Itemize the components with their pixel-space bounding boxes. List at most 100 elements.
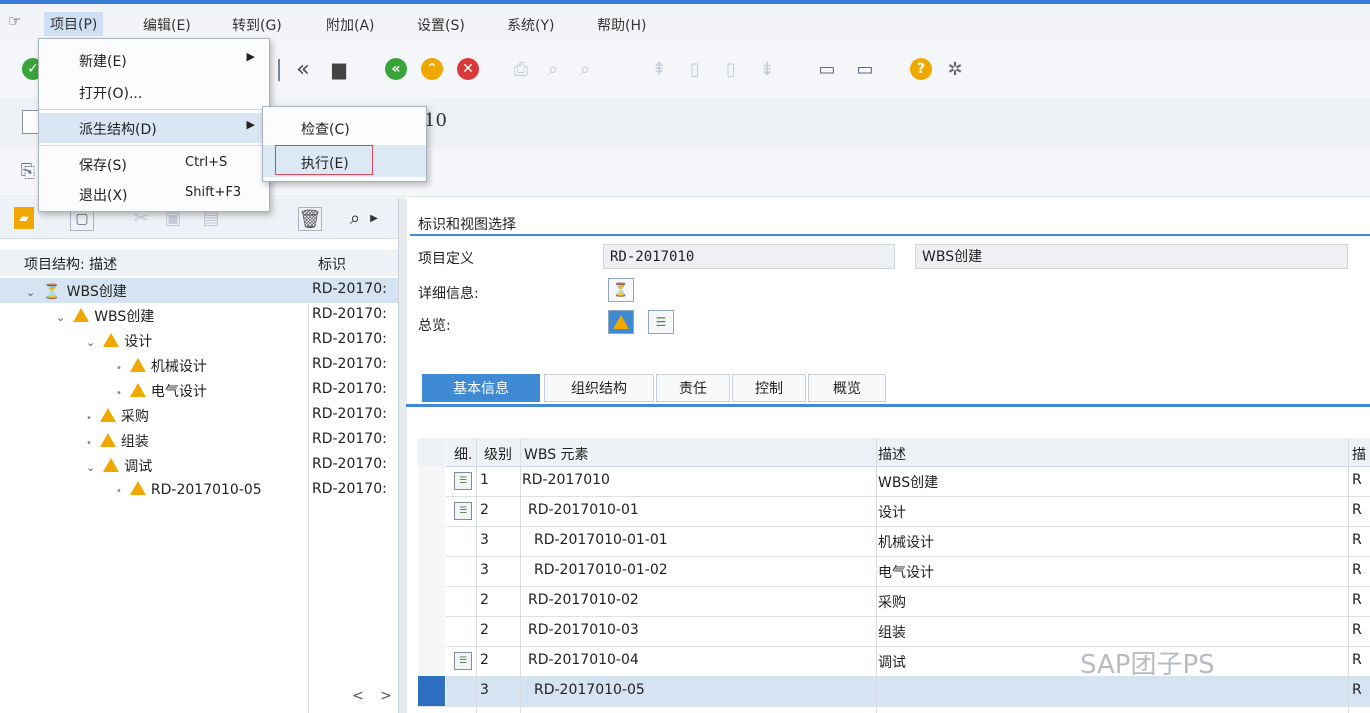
tree-node-wbs-root[interactable]: ⌄ ⏳ WBS创建 RD-20170:: [0, 278, 398, 303]
tree-node-wbs[interactable]: ⌄ WBS创建 RD-20170:: [0, 303, 398, 328]
last-page-icon[interactable]: ⇟: [754, 56, 780, 82]
find-icon[interactable]: ⌕: [540, 56, 566, 82]
detail-icon[interactable]: ☰: [454, 472, 472, 490]
menu-help[interactable]: 帮助(H): [597, 15, 646, 35]
table-row-selected[interactable]: 3 RD-2017010-05 R: [446, 676, 1370, 707]
cell-wbs[interactable]: RD-2017010-03: [528, 622, 639, 638]
grid-header-detail: 细.: [454, 447, 473, 463]
cell-description[interactable]: 机械设计: [878, 532, 934, 552]
create-icon[interactable]: ▰: [14, 207, 34, 229]
project-detail-icon[interactable]: ⏳: [608, 278, 634, 302]
menu-item-open[interactable]: 打开(O)...: [39, 77, 269, 107]
prev-page-icon[interactable]: ▯: [682, 56, 708, 82]
cell-description[interactable]: 设计: [878, 502, 906, 522]
cell-description[interactable]: 采购: [878, 592, 906, 612]
cell-wbs[interactable]: RD-2017010-01-01: [534, 532, 668, 548]
table-row[interactable]: 2 RD-2017010-03 组装 R: [446, 616, 1370, 647]
command-field[interactable]: 10: [424, 110, 447, 131]
menu-item-exit[interactable]: 退出(X) Shift+F3: [39, 179, 269, 209]
delete-icon[interactable]: 🗑: [298, 207, 322, 231]
project-definition-field[interactable]: RD-2017010: [603, 244, 895, 269]
exit-icon[interactable]: ⌃: [421, 58, 443, 80]
tab-basic-info[interactable]: 基本信息: [422, 374, 540, 402]
window-menu-icon[interactable]: ☞: [8, 12, 21, 30]
find-next-icon[interactable]: ⌕: [572, 56, 598, 82]
detail-icon[interactable]: ☰: [454, 652, 472, 670]
row-selector[interactable]: [418, 556, 445, 587]
wbs-overview-icon[interactable]: [608, 310, 634, 334]
list-overview-icon[interactable]: ☰: [648, 310, 674, 334]
shortcut-icon[interactable]: ▭: [852, 56, 878, 82]
tree-node-label: 采购: [120, 409, 149, 425]
table-row[interactable]: ☰ 2 RD-2017010-01 设计 R: [446, 496, 1370, 527]
first-page-icon[interactable]: ⇞: [646, 56, 672, 82]
cell-wbs[interactable]: RD-2017010-05: [534, 682, 645, 698]
cell-wbs[interactable]: RD-2017010: [522, 472, 610, 488]
menu-settings[interactable]: 设置(S): [417, 15, 465, 35]
row-selector[interactable]: [418, 646, 445, 677]
cancel-icon[interactable]: ✕: [457, 58, 479, 80]
row-selector[interactable]: [418, 586, 445, 617]
menu-system[interactable]: 系统(Y): [507, 15, 554, 35]
pane-splitter[interactable]: [398, 198, 407, 713]
green-back-icon[interactable]: «: [385, 58, 407, 80]
help-icon[interactable]: ?: [910, 58, 932, 80]
row-selector[interactable]: [418, 466, 445, 497]
more-arrow-icon[interactable]: ▶: [368, 207, 380, 229]
tab-organization[interactable]: 组织结构: [544, 374, 654, 402]
tree-node-rd-05[interactable]: • RD-2017010-05 RD-20170:: [0, 478, 398, 503]
tree-node-assembly[interactable]: • 组装 RD-20170:: [0, 428, 398, 453]
tree-node-label: 组装: [120, 434, 149, 450]
table-row[interactable]: 3 RD-2017010-01-02 电气设计 R: [446, 556, 1370, 587]
submenu-item-check[interactable]: 检查(C): [263, 111, 426, 143]
tree-node-purchase[interactable]: • 采购 RD-20170:: [0, 403, 398, 428]
tab-control[interactable]: 控制: [732, 374, 806, 402]
project-description-field[interactable]: WBS创建: [915, 244, 1348, 269]
back-icon[interactable]: «: [290, 56, 316, 82]
menu-item-label: 打开(O)...: [79, 86, 143, 102]
cell-wbs[interactable]: RD-2017010-01: [528, 502, 639, 518]
tree-node-elec-design[interactable]: • 电气设计 RD-20170:: [0, 378, 398, 403]
tree-scroll-arrows[interactable]: < >: [352, 688, 398, 704]
cell-description[interactable]: 组装: [878, 622, 906, 642]
next-page-icon[interactable]: ▯: [718, 56, 744, 82]
table-row[interactable]: ☰ 2 RD-2017010-04 调试 R: [446, 646, 1370, 677]
cell-description[interactable]: WBS创建: [878, 472, 938, 492]
row-selector[interactable]: [418, 526, 445, 557]
menu-project[interactable]: 项目(P): [44, 12, 104, 36]
cell-wbs[interactable]: RD-2017010-02: [528, 592, 639, 608]
menu-item-derive-structure[interactable]: 派生结构(D) ▶: [39, 113, 269, 143]
new-window-icon[interactable]: ▭: [814, 56, 840, 82]
wbs-element-icon: [103, 333, 120, 347]
menu-item-new[interactable]: 新建(E) ▶: [39, 45, 269, 75]
tree-node-design[interactable]: ⌄ 设计 RD-20170:: [0, 328, 398, 353]
print-icon[interactable]: ⎙: [508, 56, 534, 82]
binoculars-icon[interactable]: ⌕: [344, 207, 366, 229]
row-selector[interactable]: [418, 616, 445, 647]
grid-header-description: 描述: [878, 447, 906, 463]
tab-overview[interactable]: 概览: [808, 374, 886, 402]
cell-description[interactable]: 电气设计: [878, 562, 934, 582]
cell-wbs[interactable]: RD-2017010-01-02: [534, 562, 668, 578]
menu-extras[interactable]: 附加(A): [326, 15, 375, 35]
detail-icon[interactable]: ☰: [454, 502, 472, 520]
grid-select-all[interactable]: [418, 438, 445, 467]
grid-header-level: 级别: [484, 447, 512, 463]
app-tool-icon[interactable]: ⎘: [18, 160, 38, 182]
tree-node-debug[interactable]: ⌄ 调试 RD-20170:: [0, 453, 398, 478]
cell-extra: R: [1352, 682, 1362, 698]
row-selector[interactable]: [418, 496, 445, 527]
settings-icon[interactable]: ✲: [942, 56, 968, 82]
row-selector-selected[interactable]: [418, 676, 445, 707]
tab-responsibility[interactable]: 责任: [656, 374, 730, 402]
menu-edit[interactable]: 编辑(E): [143, 15, 191, 35]
table-row[interactable]: 2 RD-2017010-02 采购 R: [446, 586, 1370, 617]
menu-item-save[interactable]: 保存(S) Ctrl+S: [39, 149, 269, 179]
menu-goto[interactable]: 转到(G): [232, 15, 282, 35]
cell-description[interactable]: 调试: [878, 652, 906, 672]
cell-wbs[interactable]: RD-2017010-04: [528, 652, 639, 668]
table-row[interactable]: 3 RD-2017010-01-01 机械设计 R: [446, 526, 1370, 557]
save-icon[interactable]: ▆: [326, 56, 352, 82]
tree-node-mech-design[interactable]: • 机械设计 RD-20170:: [0, 353, 398, 378]
table-row[interactable]: ☰ 1 RD-2017010 WBS创建 R: [446, 466, 1370, 497]
